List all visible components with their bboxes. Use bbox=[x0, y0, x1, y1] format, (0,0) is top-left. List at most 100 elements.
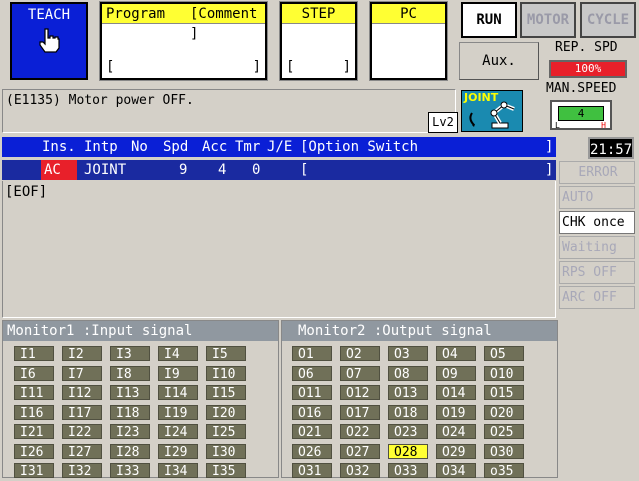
output-signal-o5: O5 bbox=[484, 346, 524, 362]
output-signal-o35: o35 bbox=[484, 463, 524, 479]
input-signal-i29: I29 bbox=[158, 443, 198, 460]
aux-button[interactable]: Aux. bbox=[459, 42, 539, 80]
teach-label: TEACH bbox=[27, 7, 71, 23]
row-ins: AC bbox=[41, 160, 77, 180]
input-signal-i33: I33 bbox=[110, 463, 150, 479]
step-panel[interactable]: STEP [ ] bbox=[279, 1, 358, 81]
input-signal-i4: I4 bbox=[158, 346, 198, 362]
input-signal-i16: I16 bbox=[14, 404, 54, 421]
comment-label: [Comment ] bbox=[190, 6, 258, 42]
input-signal-i25: I25 bbox=[206, 424, 246, 440]
program-step-row[interactable]: AC JOINT 9 4 0 [ ] bbox=[2, 160, 556, 180]
input-signal-i20: I20 bbox=[206, 404, 246, 421]
input-signal-i3: I3 bbox=[110, 346, 150, 362]
input-signal-i23: I23 bbox=[110, 424, 150, 440]
col-no: No bbox=[131, 139, 148, 155]
input-signal-i9: I9 bbox=[158, 365, 198, 382]
output-signal-o16: O16 bbox=[292, 404, 332, 421]
monitor2-panel: Monitor2 :Output signal O1 O2 O3 O4 O5 O6 O7 O8… bbox=[281, 320, 558, 479]
input-signal-i27: I27 bbox=[62, 443, 102, 460]
joint-mode-button[interactable]: JOINT bbox=[461, 90, 523, 132]
input-signal-i13: I13 bbox=[110, 385, 150, 401]
output-signal-o22: O22 bbox=[340, 424, 380, 440]
input-signal-i30: I30 bbox=[206, 443, 246, 460]
program-panel[interactable]: Program [Comment ] [ ] bbox=[99, 1, 268, 81]
col-ins: Ins. bbox=[42, 139, 76, 155]
row-acc: 4 bbox=[218, 162, 227, 178]
output-signal-o26: O26 bbox=[292, 443, 332, 460]
input-signal-i31: I31 bbox=[14, 463, 54, 479]
program-bracket-left: [ bbox=[106, 59, 115, 75]
clock: 21:57 bbox=[588, 137, 634, 159]
input-signal-i35: I35 bbox=[206, 463, 246, 479]
motor-button[interactable]: MOTOR bbox=[520, 2, 576, 38]
cycle-button[interactable]: CYCLE bbox=[580, 2, 636, 38]
man-speed-value: 4 bbox=[558, 106, 604, 121]
message-area: (E1135) Motor power OFF. bbox=[2, 89, 456, 133]
output-signal-o20: O20 bbox=[484, 404, 524, 421]
col-intp: Intp bbox=[84, 139, 118, 155]
error-button[interactable]: ERROR bbox=[559, 161, 635, 184]
output-signal-o23: O23 bbox=[388, 424, 428, 440]
input-signal-i2: I2 bbox=[62, 346, 102, 362]
input-signal-i34: I34 bbox=[158, 463, 198, 479]
output-signal-o2: O2 bbox=[340, 346, 380, 362]
output-signal-o32: O32 bbox=[340, 463, 380, 479]
rep-speed-label: REP. SPD bbox=[555, 40, 618, 55]
col-je: J/E bbox=[267, 139, 293, 155]
output-signal-o27: O27 bbox=[340, 443, 380, 460]
program-column-header: Ins. Intp No Spd Acc Tmr J/E [Option Swi… bbox=[2, 137, 556, 157]
robot-arm-icon bbox=[469, 101, 515, 129]
row-tmr: 0 bbox=[252, 162, 261, 178]
output-signal-o8: O8 bbox=[388, 365, 428, 382]
monitor1-title: Monitor1 :Input signal bbox=[3, 321, 278, 341]
input-signal-i10: I10 bbox=[206, 365, 246, 382]
output-signal-o28: O28 bbox=[388, 443, 428, 460]
auto-button[interactable]: AUTO bbox=[559, 186, 635, 209]
input-signal-i24: I24 bbox=[158, 424, 198, 440]
col-acc: Acc bbox=[202, 139, 228, 155]
output-signal-o25: O25 bbox=[484, 424, 524, 440]
pc-label: PC bbox=[372, 4, 445, 24]
step-label: STEP bbox=[282, 4, 355, 24]
output-signal-o18: O18 bbox=[388, 404, 428, 421]
run-button[interactable]: RUN bbox=[461, 2, 517, 38]
input-signal-i28: I28 bbox=[110, 443, 150, 460]
col-tmr: Tmr bbox=[235, 139, 261, 155]
output-signal-o7: O7 bbox=[340, 365, 380, 382]
man-speed-label: MAN.SPEED bbox=[546, 81, 617, 96]
arc-off-button[interactable]: ARC OFF bbox=[559, 286, 635, 309]
monitor1-panel: Monitor1 :Input signal I1 I2 I3 I4 I5 I6 I7 I8 I… bbox=[2, 320, 279, 479]
input-signal-i11: I11 bbox=[14, 385, 54, 401]
rep-speed-value[interactable]: 100% bbox=[549, 60, 627, 78]
output-signal-o11: O11 bbox=[292, 385, 332, 401]
output-signal-o1: O1 bbox=[292, 346, 332, 362]
input-signal-i32: I32 bbox=[62, 463, 102, 479]
output-signal-o21: O21 bbox=[292, 424, 332, 440]
output-signal-o30: O30 bbox=[484, 443, 524, 460]
output-signal-o19: O19 bbox=[436, 404, 476, 421]
input-signal-i7: I7 bbox=[62, 365, 102, 382]
rps-off-button[interactable]: RPS OFF bbox=[559, 261, 635, 284]
input-signal-i1: I1 bbox=[14, 346, 54, 362]
step-bracket-left: [ bbox=[286, 59, 295, 75]
level-badge[interactable]: Lv2 bbox=[428, 112, 458, 133]
pc-panel[interactable]: PC bbox=[369, 1, 448, 81]
chk-once-button[interactable]: CHK once bbox=[559, 211, 635, 234]
col-spd: Spd bbox=[163, 139, 189, 155]
output-signal-o24: O24 bbox=[436, 424, 476, 440]
output-signal-o3: O3 bbox=[388, 346, 428, 362]
input-signal-i18: I18 bbox=[110, 404, 150, 421]
input-signal-i5: I5 bbox=[206, 346, 246, 362]
output-signal-o12: O12 bbox=[340, 385, 380, 401]
step-bracket-right: ] bbox=[342, 59, 351, 75]
waiting-button[interactable]: Waiting bbox=[559, 236, 635, 259]
man-speed-indicator[interactable]: 4 L H bbox=[550, 100, 612, 130]
teach-button[interactable]: TEACH bbox=[10, 2, 88, 80]
output-signal-o6: O6 bbox=[292, 365, 332, 382]
input-signal-i8: I8 bbox=[110, 365, 150, 382]
input-signal-i17: I17 bbox=[62, 404, 102, 421]
output-signal-o29: O29 bbox=[436, 443, 476, 460]
output-signal-o4: O4 bbox=[436, 346, 476, 362]
program-body[interactable]: [EOF] bbox=[2, 181, 556, 318]
